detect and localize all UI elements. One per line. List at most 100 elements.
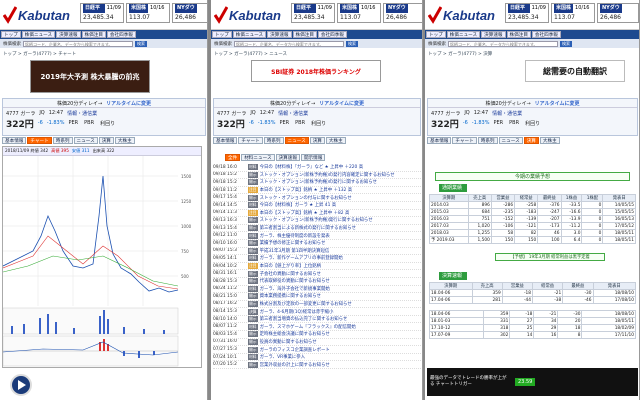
nav-top[interactable]: トップ bbox=[426, 31, 446, 38]
news-row[interactable]: 09/14 14:5 材料 今日の【材料株】ガーラ ★ 上昇 41 高 bbox=[213, 202, 421, 210]
tab-news[interactable]: ニュース bbox=[284, 137, 309, 144]
news-row[interactable]: 07/24 10:1 材料 ガーラ、VR事業に参入 bbox=[213, 354, 421, 362]
forecast-note[interactable]: 【予想】 19年3月期 経常利益は黒字定着 bbox=[495, 253, 605, 261]
search-input[interactable]: 銘柄コード、企業名、データから検索できます。 bbox=[234, 40, 344, 47]
news-row[interactable]: 09/13 15:4 開示 第三者割当による新株式の発行に関するお知らせ bbox=[213, 225, 421, 233]
tab-news[interactable]: ニュース bbox=[73, 137, 98, 144]
tab-basic[interactable]: 基本情報 bbox=[2, 137, 27, 144]
news-row[interactable]: 09/18 11:2 注目 本日の【ストップ高】銘柄 ★ 上昇中 ＋132 高 bbox=[213, 187, 421, 195]
news-row[interactable]: 09/04 10:2 注目 本日の【値上がり率】上位銘柄 bbox=[213, 263, 421, 271]
news-row[interactable]: 09/12 11:0 材料 ガーラ、株主優待制度の新設を発表 bbox=[213, 232, 421, 240]
news-title[interactable]: 平成31年3月期 第1四半期決算短信 bbox=[260, 248, 330, 254]
breadcrumb[interactable]: トップ > ガーラ(4777) > 決算 bbox=[428, 51, 492, 57]
tab-timeseries[interactable]: 時系列 bbox=[52, 137, 73, 144]
industry-label[interactable]: 情報・通信業 bbox=[278, 110, 308, 117]
news-title[interactable]: ガーラ、スマホゲーム『フラックス』の配信開始 bbox=[260, 324, 356, 330]
tab-timeseries[interactable]: 時系列 bbox=[477, 137, 498, 144]
news-title[interactable]: ストック・オプション(新株予約権)発行に関するお知らせ bbox=[260, 217, 373, 223]
search-button[interactable]: 検索 bbox=[346, 40, 358, 47]
news-row[interactable]: 08/28 15:3 開示 代表取締役の異動に関するお知らせ bbox=[213, 278, 421, 286]
tab-basic[interactable]: 基本情報 bbox=[213, 137, 238, 144]
play-app-icon[interactable] bbox=[10, 374, 32, 396]
ad-banner[interactable]: 2019年大予測 株大暴騰の前兆 bbox=[30, 60, 150, 93]
news-title[interactable]: ガーラ、4-6月期(1Q)経常は赤字縮小 bbox=[260, 309, 334, 315]
kabutan-logo[interactable]: Kabutan bbox=[213, 4, 281, 26]
ad-banner[interactable]: SBI証券 2018年株価ランキング bbox=[251, 60, 381, 82]
news-row[interactable]: 08/17 16:2 開示 株式分割及び定款の一部変更に関するお知らせ bbox=[213, 300, 421, 309]
news-row[interactable]: 09/18 15:2 開示 ストック・オプション(新株予約権)の発行内容確定に関する… bbox=[213, 171, 421, 180]
bottom-ad[interactable]: 最強のデータでトレードの勝率が上がる チャートトリガー 23.59 bbox=[427, 368, 638, 396]
search-button[interactable]: 検索 bbox=[135, 40, 147, 47]
ticker-dow[interactable]: NYダウ 26,486 bbox=[172, 3, 207, 23]
news-tab-material[interactable]: 材料ニュース bbox=[241, 154, 275, 161]
news-title[interactable]: 今日の【材料株】ガーラ ★ 上昇 41 高 bbox=[260, 202, 337, 208]
news-title[interactable]: ストック・オプション(新株予約権)の発行内容確定に関するお知らせ bbox=[260, 172, 395, 178]
news-row[interactable]: 09/18 15:2 開示 ストック・オプション(新株予約権)の発行に関するお知らせ bbox=[213, 179, 421, 187]
news-title[interactable]: 役員の異動に関するお知らせ bbox=[260, 339, 317, 345]
realtime-link[interactable]: リアルタイムに変更 bbox=[319, 100, 364, 107]
industry-label[interactable]: 情報・通信業 bbox=[492, 110, 522, 117]
breadcrumb[interactable]: トップ > ガーラ(4777) > ニュース bbox=[214, 51, 287, 57]
ticker-dow[interactable]: NYダウ 26,486 bbox=[597, 3, 639, 23]
news-title[interactable]: 子会社の異動に関するお知らせ bbox=[260, 271, 321, 277]
breadcrumb[interactable]: トップ > ガーラ(4777) > チャート bbox=[3, 51, 76, 57]
tab-timeseries[interactable]: 時系列 bbox=[263, 137, 284, 144]
ad-banner[interactable]: 総需要の自動翻訳 bbox=[525, 60, 625, 82]
news-title[interactable]: 本日の【ストップ高】銘柄 ★ 上昇中 ＋82 高 bbox=[260, 210, 350, 216]
news-row[interactable]: 09/17 15:4 開示 ストック・オプションの付与に関するお知らせ bbox=[213, 194, 421, 202]
news-tab-all[interactable]: 全件 bbox=[225, 154, 241, 161]
tab-results[interactable]: 決算 bbox=[309, 137, 325, 144]
news-row[interactable]: 08/31 16:1 開示 子会社の異動に関するお知らせ bbox=[213, 270, 421, 278]
news-title[interactable]: 業績予想の修正に関するお知らせ bbox=[260, 240, 326, 246]
news-row[interactable]: 09/05 14:1 材料 ガーラ、新作ゲームアプリの事前登録開始 bbox=[213, 255, 421, 263]
tab-shareholders[interactable]: 大株主 bbox=[539, 137, 560, 144]
tab-chart[interactable]: チャート bbox=[452, 137, 477, 144]
tab-news[interactable]: ニュース bbox=[498, 137, 523, 144]
news-row[interactable]: 07/27 15:3 開示 ガーラのフィスコ企業調査レポート bbox=[213, 346, 421, 354]
news-row[interactable]: 09/10 16:0 開示 業績予想の修正に関するお知らせ bbox=[213, 240, 421, 248]
ticker-nikkei[interactable]: 日経平均 11/09 23,485.34 bbox=[80, 3, 124, 23]
news-title[interactable]: 第三者割当増資の払込完了に関するお知らせ bbox=[260, 316, 348, 322]
news-tab-results[interactable]: 決算速報 bbox=[275, 154, 300, 161]
search-input[interactable]: 銘柄コード、企業名、データから検索できます。 bbox=[23, 40, 133, 47]
news-row[interactable]: 09/13 16:3 開示 ストック・オプション(新株予約権)発行に関するお知らせ bbox=[213, 217, 421, 225]
kabutan-logo[interactable]: Kabutan bbox=[2, 4, 70, 26]
ticker-usd[interactable]: 米国株 10/16 113.07 bbox=[126, 3, 170, 23]
news-title[interactable]: 第三者割当による新株式の発行に関するお知らせ bbox=[260, 225, 356, 231]
nav-attention[interactable]: 株価注目 bbox=[506, 31, 531, 38]
industry-label[interactable]: 情報・通信業 bbox=[67, 110, 97, 117]
news-row[interactable]: 09/18 16:0 材料 今日の【材料株】『ガーラ』など ★ 上昇中 ＋220 高 bbox=[213, 164, 421, 172]
kabutan-logo[interactable]: Kabutan bbox=[427, 4, 495, 26]
news-row[interactable]: 08/14 15:3 決算 ガーラ、4-6月期(1Q)経常は赤字縮小 bbox=[213, 308, 421, 316]
news-title[interactable]: ガーラ、VR事業に参入 bbox=[260, 354, 305, 360]
search-input[interactable]: 銘柄コード、企業名、データから検索できます。 bbox=[448, 40, 558, 47]
news-row[interactable]: 08/24 11:2 材料 ガーラ、海外子会社で新規事業開始 bbox=[213, 285, 421, 294]
nav-results[interactable]: 決算速報 bbox=[481, 31, 506, 38]
news-row[interactable]: 08/03 15:4 開示 定時株主総会決議に関するお知らせ bbox=[213, 331, 421, 339]
news-title[interactable]: 定時株主総会決議に関するお知らせ bbox=[260, 331, 330, 337]
realtime-link[interactable]: リアルタイムに変更 bbox=[106, 100, 151, 107]
news-row[interactable]: 07/31 16:0 開示 役員の異動に関するお知らせ bbox=[213, 338, 421, 347]
news-title[interactable]: 株式分割及び定款の一部変更に関するお知らせ bbox=[260, 301, 352, 307]
tab-chart[interactable]: チャート bbox=[27, 137, 52, 144]
tab-shareholders[interactable]: 大株主 bbox=[114, 137, 135, 144]
nav-news[interactable]: 株価ニュース bbox=[446, 31, 481, 38]
news-title[interactable]: 代表取締役の異動に関するお知らせ bbox=[260, 278, 330, 284]
ticker-nikkei[interactable]: 日経平均 11/09 23,485.34 bbox=[505, 3, 549, 23]
nav-attention[interactable]: 株価注目 bbox=[292, 31, 317, 38]
news-row[interactable]: 09/14 11:3 注目 本日の【ストップ高】銘柄 ★ 上昇中 ＋82 高 bbox=[213, 209, 421, 218]
news-title[interactable]: ストック・オプションの付与に関するお知らせ bbox=[260, 195, 352, 201]
nav-shikiho[interactable]: 会社四季報 bbox=[531, 31, 561, 38]
nav-news[interactable]: 株価ニュース bbox=[232, 31, 267, 38]
news-title[interactable]: 本日の【ストップ高】銘柄 ★ 上昇中 ＋132 高 bbox=[260, 187, 353, 193]
news-row[interactable]: 08/21 15:0 開示 資本業務提携に関するお知らせ bbox=[213, 293, 421, 301]
tab-basic[interactable]: 基本情報 bbox=[427, 137, 452, 144]
news-title[interactable]: ガーラ、新作ゲームアプリの事前登録開始 bbox=[260, 255, 343, 261]
ticker-dow[interactable]: NYダウ 26,486 bbox=[383, 3, 422, 23]
ticker-usd[interactable]: 米国株 10/16 113.07 bbox=[551, 3, 595, 23]
ticker-nikkei[interactable]: 日経平均 11/09 23,485.34 bbox=[291, 3, 335, 23]
realtime-link[interactable]: リアルタイムに変更 bbox=[535, 100, 580, 107]
news-title[interactable]: ガーラ、海外子会社で新規事業開始 bbox=[260, 286, 330, 292]
tab-results[interactable]: 決算 bbox=[98, 137, 114, 144]
search-button[interactable]: 検索 bbox=[560, 40, 572, 47]
